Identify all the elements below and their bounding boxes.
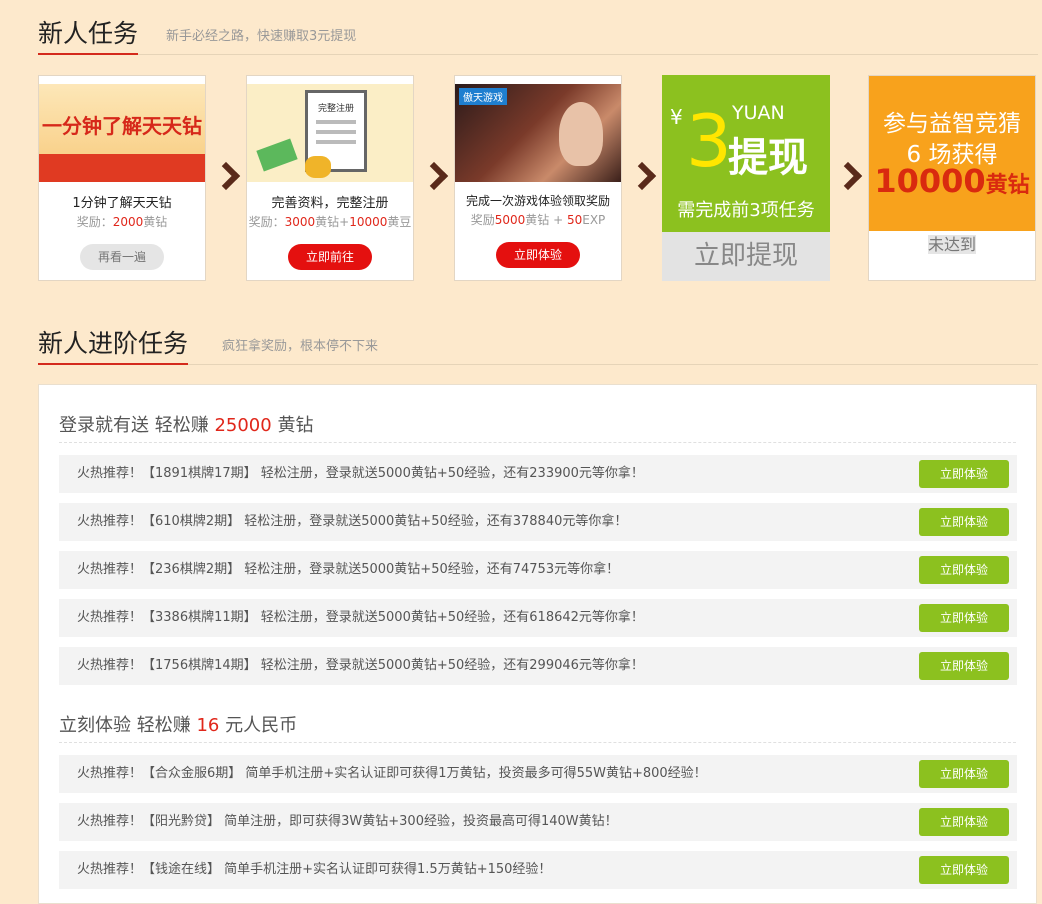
section-title: 新人进阶任务 [38, 329, 189, 365]
list-item: 火热推荐！【610棋牌2期】 轻松注册，登录就送5000黄钻+50经验，还有37… [59, 503, 1017, 541]
section-title: 新人任务 [38, 19, 139, 55]
quiz-card: 参与益智竞猜 6 场获得 10000黄钻 未达到 [868, 75, 1036, 281]
withdraw-note: 需完成前3项任务 [677, 200, 815, 221]
list-item: 火热推荐！【1756棋牌14期】 轻松注册，登录就送5000黄钻+50经验，还有… [59, 647, 1017, 685]
try-button[interactable]: 立即体验 [919, 760, 1009, 788]
task-name: 完成一次游戏体验领取奖励 [465, 194, 610, 208]
list-item: 火热推荐！【3386棋牌11期】 轻松注册，登录就送5000黄钻+50经验，还有… [59, 599, 1017, 637]
go-register-button[interactable]: 立即前往 [288, 244, 372, 270]
game-logo: 傲天游戏 [459, 88, 507, 105]
try-button[interactable]: 立即体验 [919, 508, 1009, 536]
chevron-right-icon [836, 160, 862, 200]
task-card-register: 完整注册 完善资料，完整注册 奖励：3000黄钻+10000黄豆 立即前往 [246, 75, 414, 281]
task-reward: 奖励：3000黄钻+10000黄豆 [248, 215, 412, 229]
chevron-right-icon [214, 160, 240, 200]
withdraw-amount: 3 [686, 99, 732, 183]
task-reward: 奖励：2000黄钻 [76, 215, 168, 229]
advanced-task-panel: 登录就有送 轻松赚 25000 黄钻 火热推荐！【1891棋牌17期】 轻松注册… [38, 384, 1037, 904]
yuan-label: YUAN [732, 102, 785, 124]
withdraw-button[interactable]: 立即提现 [662, 232, 830, 281]
game-banner-image: 傲天游戏 [455, 84, 621, 182]
group-title-experience: 立刻体验 轻松赚 16 元人民币 [59, 715, 298, 736]
character-portrait [559, 102, 603, 166]
try-button[interactable]: 立即体验 [919, 556, 1009, 584]
task-banner-image: 一分钟了解天天钻 [39, 84, 205, 182]
list-item: 火热推荐！【阳光黔贷】 简单注册，即可获得3W黄钻+300经验，投资最高可得14… [59, 803, 1017, 841]
section-subtitle: 新手必经之路，快速赚取3元提现 [166, 29, 357, 44]
try-button[interactable]: 立即体验 [919, 460, 1009, 488]
quiz-banner: 参与益智竞猜 6 场获得 10000黄钻 [869, 76, 1035, 231]
task-card-game: 傲天游戏 完成一次游戏体验领取奖励 奖励5000黄钻 + 50EXP 立即体验 [454, 75, 622, 281]
task-name: 完善资料，完整注册 [271, 196, 389, 211]
money-icon [256, 138, 298, 172]
list-item: 火热推荐！【236棋牌2期】 轻松注册，登录就送5000黄钻+50经验，还有74… [59, 551, 1017, 589]
yuan-symbol: ¥ [670, 105, 683, 129]
list-item: 火热推荐！【合众金服6期】 简单手机注册+实名认证即可获得1万黄钻，投资最多可得… [59, 755, 1017, 793]
section-newbie-header: 新人任务 新手必经之路，快速赚取3元提现 [38, 14, 1038, 55]
quiz-reward: 10000黄钻 [874, 162, 1030, 200]
group-title-login: 登录就有送 轻松赚 25000 黄钻 [59, 415, 314, 436]
task-name: 1分钟了解天天钻 [72, 196, 172, 211]
list-item: 火热推荐！【钱途在线】 简单手机注册+实名认证即可获得1.5万黄钻+150经验！… [59, 851, 1017, 889]
chevron-right-icon [630, 160, 656, 200]
task-reward: 奖励5000黄钻 + 50EXP [470, 213, 606, 227]
task-banner-image: 完整注册 [247, 84, 413, 182]
banner-text: 一分钟了解天天钻 [42, 114, 202, 138]
list-item: 火热推荐！【1891棋牌17期】 轻松注册，登录就送5000黄钻+50经验，还有… [59, 455, 1017, 493]
not-reached-button[interactable]: 未达到 [927, 235, 976, 254]
chevron-right-icon [422, 160, 448, 200]
try-button[interactable]: 立即体验 [919, 652, 1009, 680]
try-button[interactable]: 立即体验 [919, 808, 1009, 836]
withdraw-banner: ¥ 3 YUAN 提现 需完成前3项任务 [662, 75, 830, 232]
section-advanced-header: 新人进阶任务 疯狂拿奖励，根本停不下来 [38, 324, 1038, 365]
withdraw-card: ¥ 3 YUAN 提现 需完成前3项任务 立即提现 [662, 75, 830, 281]
try-button[interactable]: 立即体验 [919, 604, 1009, 632]
review-button[interactable]: 再看一遍 [80, 244, 164, 270]
try-button[interactable]: 立即体验 [919, 856, 1009, 884]
quiz-line1: 参与益智竞猜 [883, 111, 1021, 137]
try-game-button[interactable]: 立即体验 [496, 242, 580, 268]
coins-icon [305, 156, 331, 178]
withdraw-label: 提现 [728, 135, 808, 181]
section-subtitle: 疯狂拿奖励，根本停不下来 [222, 339, 379, 354]
task-card-intro: 一分钟了解天天钻 1分钟了解天天钻 奖励：2000黄钻 再看一遍 [38, 75, 206, 281]
